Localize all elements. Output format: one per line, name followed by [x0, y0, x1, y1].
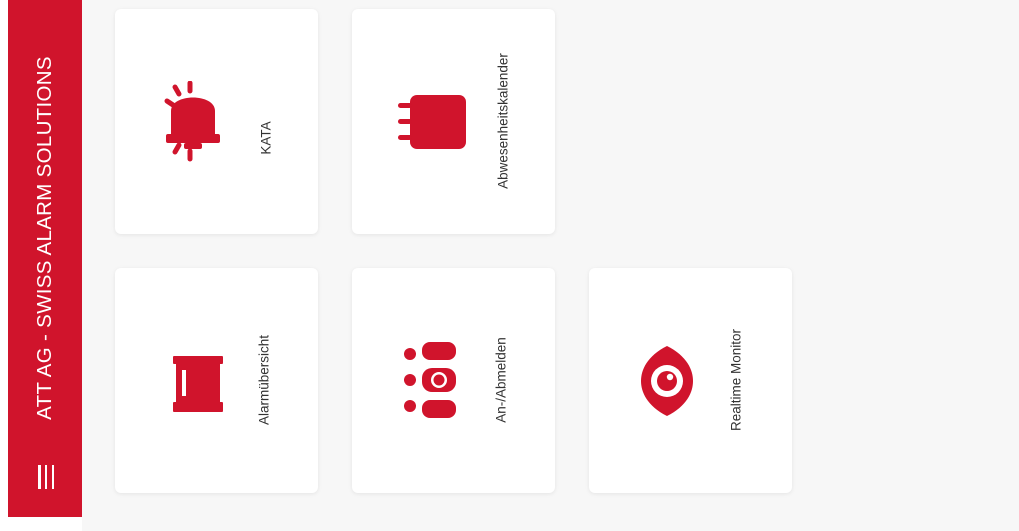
app-title: ATT AG - SWISS ALARM SOLUTIONS: [33, 56, 56, 420]
tile-kata[interactable]: KATA: [115, 9, 318, 234]
sidebar: ATT AG - SWISS ALARM SOLUTIONS: [0, 0, 82, 531]
tile-abwesenheitskalender[interactable]: Abwesenheitskalender: [352, 9, 555, 234]
hamburger-menu-icon[interactable]: [38, 465, 54, 489]
tile-label: Abwesenheitskalender: [495, 53, 511, 189]
alarm-light-icon: [173, 356, 223, 412]
calendar-icon: [398, 95, 466, 149]
tile-label: Alarmübersicht: [256, 334, 272, 426]
tile-label: KATA: [258, 121, 274, 155]
tile-an-abmelden[interactable]: An-/Abmelden: [352, 268, 555, 493]
tile-label: An-/Abmelden: [493, 337, 509, 423]
bell-alarm-icon: [164, 81, 220, 162]
tile-alarmuebersicht[interactable]: Alarmübersicht: [115, 268, 318, 493]
eye-monitor-icon: [641, 346, 693, 416]
tile-label: Realtime Monitor: [728, 328, 744, 432]
team-people-icon: [404, 342, 456, 418]
tile-realtime-monitor[interactable]: Realtime Monitor: [589, 268, 792, 493]
